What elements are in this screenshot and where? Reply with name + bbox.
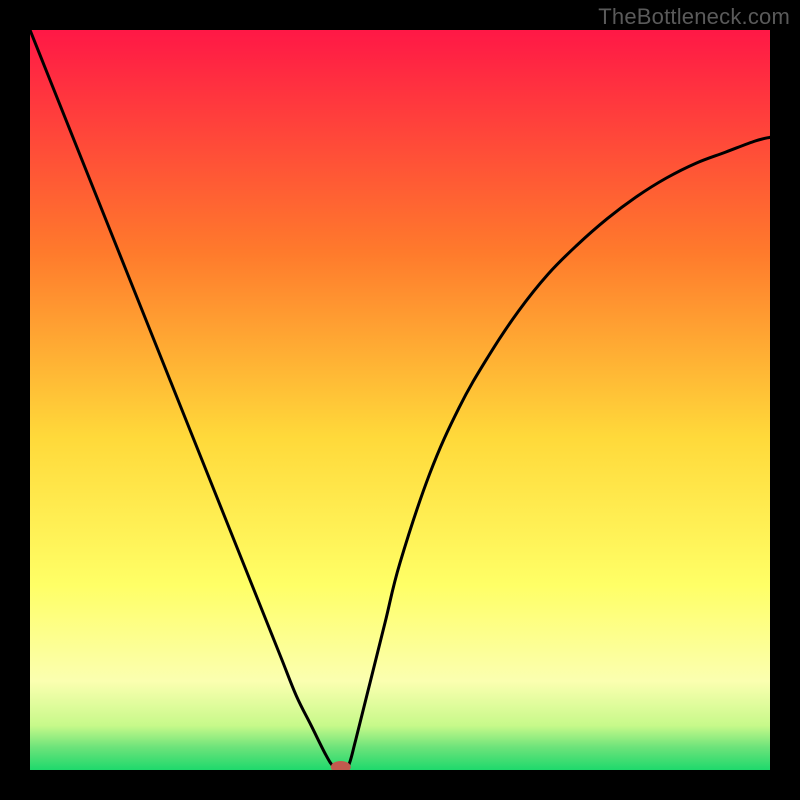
bottleneck-chart [30, 30, 770, 770]
watermark-text: TheBottleneck.com [598, 4, 790, 30]
chart-frame [30, 30, 770, 770]
chart-background [30, 30, 770, 770]
